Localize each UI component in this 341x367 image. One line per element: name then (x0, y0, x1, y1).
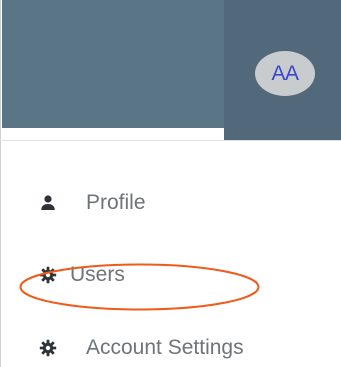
avatar[interactable]: AA (255, 51, 315, 96)
gear-icon (39, 339, 57, 357)
app-frame: AA Profile Users Account Settings (0, 0, 341, 367)
gear-icon (39, 266, 57, 284)
menu-item-profile[interactable]: Profile (2, 181, 341, 225)
menu-item-label: Users (70, 263, 125, 286)
person-icon (39, 194, 57, 212)
menu-item-account-settings[interactable]: Account Settings (2, 326, 341, 367)
menu-item-users[interactable]: Users (2, 253, 341, 297)
menu-item-label: Account Settings (86, 336, 244, 359)
menu-item-label: Profile (86, 191, 146, 214)
menu-divider (2, 140, 341, 141)
